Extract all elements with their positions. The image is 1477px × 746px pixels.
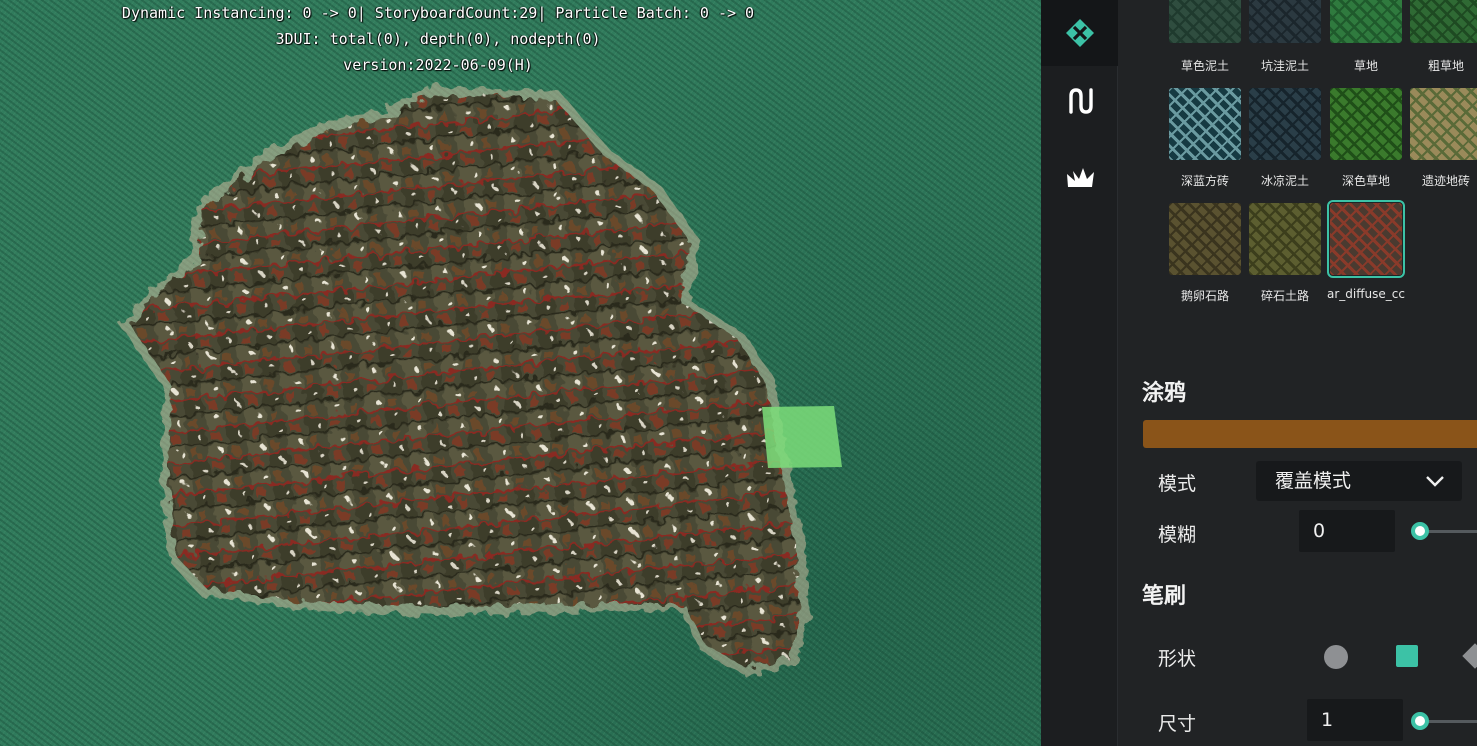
texture-tile[interactable] (1249, 88, 1321, 160)
graffiti-color-swatch[interactable] (1143, 420, 1477, 448)
texture-label: 坑洼泥土 (1260, 59, 1309, 73)
texture-tile[interactable] (1330, 0, 1402, 43)
debug-3dui-line: 3DUI: total(0), depth(0), nodepth(0) (275, 30, 601, 48)
texture-label: 草色泥土 (1180, 59, 1229, 73)
texture-label: 粗草地 (1427, 59, 1464, 73)
chevron-down-icon (1426, 476, 1444, 487)
shape-square-option[interactable] (1396, 645, 1418, 667)
shape-diamond-option[interactable] (1462, 643, 1477, 669)
shape-circle-option[interactable] (1324, 645, 1348, 669)
size-input[interactable]: 1 (1307, 699, 1403, 741)
texture-tile[interactable] (1169, 203, 1241, 275)
texture-label: 冰凉泥土 (1260, 174, 1309, 188)
texture-label: 碎石土路 (1260, 289, 1309, 303)
texture-label: 草地 (1353, 59, 1378, 73)
texture-tile[interactable] (1410, 0, 1477, 43)
texture-tile[interactable] (1327, 200, 1405, 278)
mode-label: 模式 (1158, 473, 1197, 495)
debug-stats-line: Dynamic Instancing: 0 -> 0| StoryboardCo… (121, 4, 755, 22)
texture-tile[interactable] (1249, 0, 1321, 43)
size-label: 尺寸 (1158, 713, 1197, 735)
terrain-canvas[interactable] (0, 0, 1041, 746)
blur-input[interactable]: 0 (1299, 510, 1395, 552)
properties-panel: 草色泥土 坑洼泥土 草地 粗草地深蓝方砖 冰凉泥土 深色草地 遗迹地砖鹅卵石路 碎石土路 ar_… (1118, 0, 1477, 746)
painted-terrain-region (120, 86, 810, 676)
texture-tile[interactable] (1410, 88, 1477, 160)
graffiti-section-title: 涂鸦 (1142, 381, 1187, 406)
brush-section-title: 笔刷 (1142, 584, 1187, 609)
texture-tile[interactable] (1249, 203, 1321, 275)
size-slider-thumb[interactable] (1411, 712, 1429, 730)
blur-slider-thumb[interactable] (1411, 522, 1429, 540)
texture-label: ar_diffuse_cc (1327, 287, 1405, 301)
texture-tile[interactable] (1169, 88, 1241, 160)
tool-strip (1041, 0, 1118, 746)
texture-label: 鹅卵石路 (1180, 289, 1229, 303)
terrain-paint-icon (1065, 19, 1094, 47)
tool-grass[interactable] (1041, 144, 1118, 210)
tool-path[interactable] (1041, 68, 1118, 134)
mode-select[interactable]: 覆盖模式 (1256, 461, 1462, 501)
tool-terrain-paint[interactable] (1041, 0, 1118, 66)
brush-cursor (762, 406, 842, 468)
shape-label: 形状 (1158, 648, 1197, 670)
debug-version-line: version:2022-06-09(H) (343, 56, 533, 74)
grass-icon (1066, 168, 1094, 187)
texture-label: 深蓝方砖 (1180, 174, 1229, 188)
blur-label: 模糊 (1158, 524, 1197, 546)
path-icon (1068, 88, 1093, 114)
texture-label: 深色草地 (1341, 174, 1390, 188)
texture-tile[interactable] (1169, 0, 1241, 43)
texture-label: 遗迹地砖 (1421, 174, 1470, 188)
texture-tile[interactable] (1330, 88, 1402, 160)
scene-viewport[interactable]: Dynamic Instancing: 0 -> 0| StoryboardCo… (0, 0, 1041, 746)
mode-select-value: 覆盖模式 (1275, 470, 1352, 492)
